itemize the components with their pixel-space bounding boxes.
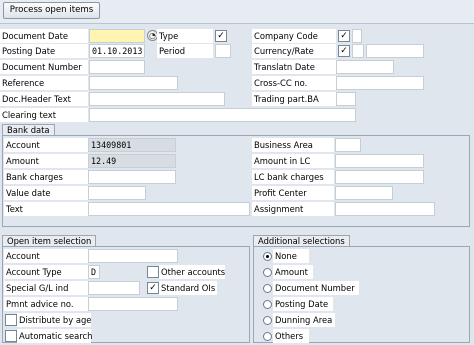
reference-field[interactable] xyxy=(89,76,178,90)
automatic-search-checkbox[interactable] xyxy=(5,330,17,342)
process-open-items-button[interactable]: Process open items xyxy=(3,2,100,19)
other-accounts-checkbox[interactable] xyxy=(147,266,159,278)
currency-rate-checkbox[interactable]: ✓ xyxy=(338,45,350,57)
radio-dunning-area[interactable] xyxy=(263,316,272,325)
open-item-selection-title: Open item selection xyxy=(2,235,97,246)
standard-ois-label: Standard OIs xyxy=(159,281,217,295)
amount-in-lc-label: Amount in LC xyxy=(252,154,334,168)
oi-account-field[interactable] xyxy=(88,249,178,263)
document-date-label: Document Date xyxy=(0,29,88,43)
value-date-field[interactable] xyxy=(88,186,146,200)
translatn-date-field[interactable] xyxy=(336,60,394,74)
assignment-label: Assignment xyxy=(252,202,334,216)
lc-bank-charges-label: LC bank charges xyxy=(252,170,334,184)
bank-account-field: 13409801 xyxy=(88,138,176,152)
doc-header-text-field[interactable] xyxy=(89,92,225,106)
special-gl-ind-label: Special G/L ind xyxy=(4,281,88,295)
doc-header-text-label: Doc.Header Text xyxy=(0,92,88,106)
text-label: Text xyxy=(4,202,88,216)
pmnt-advice-no-field[interactable] xyxy=(88,297,178,311)
amount-in-lc-field[interactable] xyxy=(335,154,424,168)
exchange-rate-field[interactable] xyxy=(366,44,424,58)
distribute-by-age-label: Distribute by age xyxy=(17,313,92,327)
radio-document-number-label: Document Number xyxy=(273,281,359,295)
trading-part-ba-label: Trading part.BA xyxy=(252,92,336,106)
radio-others-label: Others xyxy=(273,329,309,343)
text-field[interactable] xyxy=(88,202,250,216)
business-area-field[interactable] xyxy=(335,138,361,152)
company-code-field[interactable] xyxy=(352,29,362,43)
radio-none-label: None xyxy=(273,249,309,263)
clearing-text-label: Clearing text xyxy=(0,108,88,122)
document-number-label: Document Number xyxy=(0,60,88,74)
cross-cc-no-label: Cross-CC no. xyxy=(252,76,336,90)
radio-none[interactable] xyxy=(263,252,272,261)
radio-posting-date[interactable] xyxy=(263,300,272,309)
profit-center-field[interactable] xyxy=(335,186,393,200)
amount-field[interactable]: 12.49 xyxy=(88,154,176,168)
radio-dunning-area-label: Dunning Area xyxy=(273,313,335,327)
pmnt-advice-no-label: Pmnt advice no. xyxy=(4,297,88,311)
radio-others[interactable] xyxy=(263,332,272,341)
reference-label: Reference xyxy=(0,76,88,90)
account-type-field[interactable]: D xyxy=(88,265,100,279)
document-number-field[interactable] xyxy=(89,60,145,74)
cross-cc-no-field[interactable] xyxy=(336,76,424,90)
currency-field[interactable] xyxy=(352,44,364,58)
account-type-label: Account Type xyxy=(4,265,88,279)
radio-amount[interactable] xyxy=(263,268,272,277)
clearing-text-field[interactable] xyxy=(89,108,356,122)
type-checkbox[interactable]: ✓ xyxy=(215,30,227,42)
distribute-by-age-checkbox[interactable] xyxy=(5,314,17,326)
translatn-date-label: Translatn Date xyxy=(252,60,336,74)
type-label: Type xyxy=(157,29,213,43)
bank-data-title: Bank data xyxy=(2,124,55,135)
posting-date-field[interactable]: 01.10.2013 xyxy=(89,44,145,58)
bank-charges-label: Bank charges xyxy=(4,170,88,184)
standard-ois-checkbox[interactable]: ✓ xyxy=(147,282,159,294)
company-code-label: Company Code xyxy=(252,29,336,43)
trading-part-ba-field[interactable] xyxy=(336,92,356,106)
assignment-field[interactable] xyxy=(335,202,435,216)
amount-label: Amount xyxy=(4,154,88,168)
additional-selections-title: Additional selections xyxy=(253,235,350,246)
business-area-label: Business Area xyxy=(252,138,334,152)
bank-account-label: Account xyxy=(4,138,88,152)
oi-account-label: Account xyxy=(4,249,88,263)
posting-date-label: Posting Date xyxy=(0,44,88,58)
special-gl-ind-field[interactable] xyxy=(88,281,140,295)
profit-center-label: Profit Center xyxy=(252,186,334,200)
value-date-label: Value date xyxy=(4,186,88,200)
radio-amount-label: Amount xyxy=(273,265,313,279)
company-code-checkbox[interactable]: ✓ xyxy=(338,30,350,42)
radio-posting-date-label: Posting Date xyxy=(273,297,333,311)
other-accounts-label: Other accounts xyxy=(159,265,226,279)
lc-bank-charges-field[interactable] xyxy=(335,170,424,184)
period-label: Period xyxy=(157,44,213,58)
radio-document-number[interactable] xyxy=(263,284,272,293)
automatic-search-label: Automatic search xyxy=(17,329,93,343)
currency-rate-label: Currency/Rate xyxy=(252,44,336,58)
period-field[interactable] xyxy=(215,44,231,58)
bank-charges-field[interactable] xyxy=(88,170,176,184)
document-date-field[interactable] xyxy=(89,29,145,43)
